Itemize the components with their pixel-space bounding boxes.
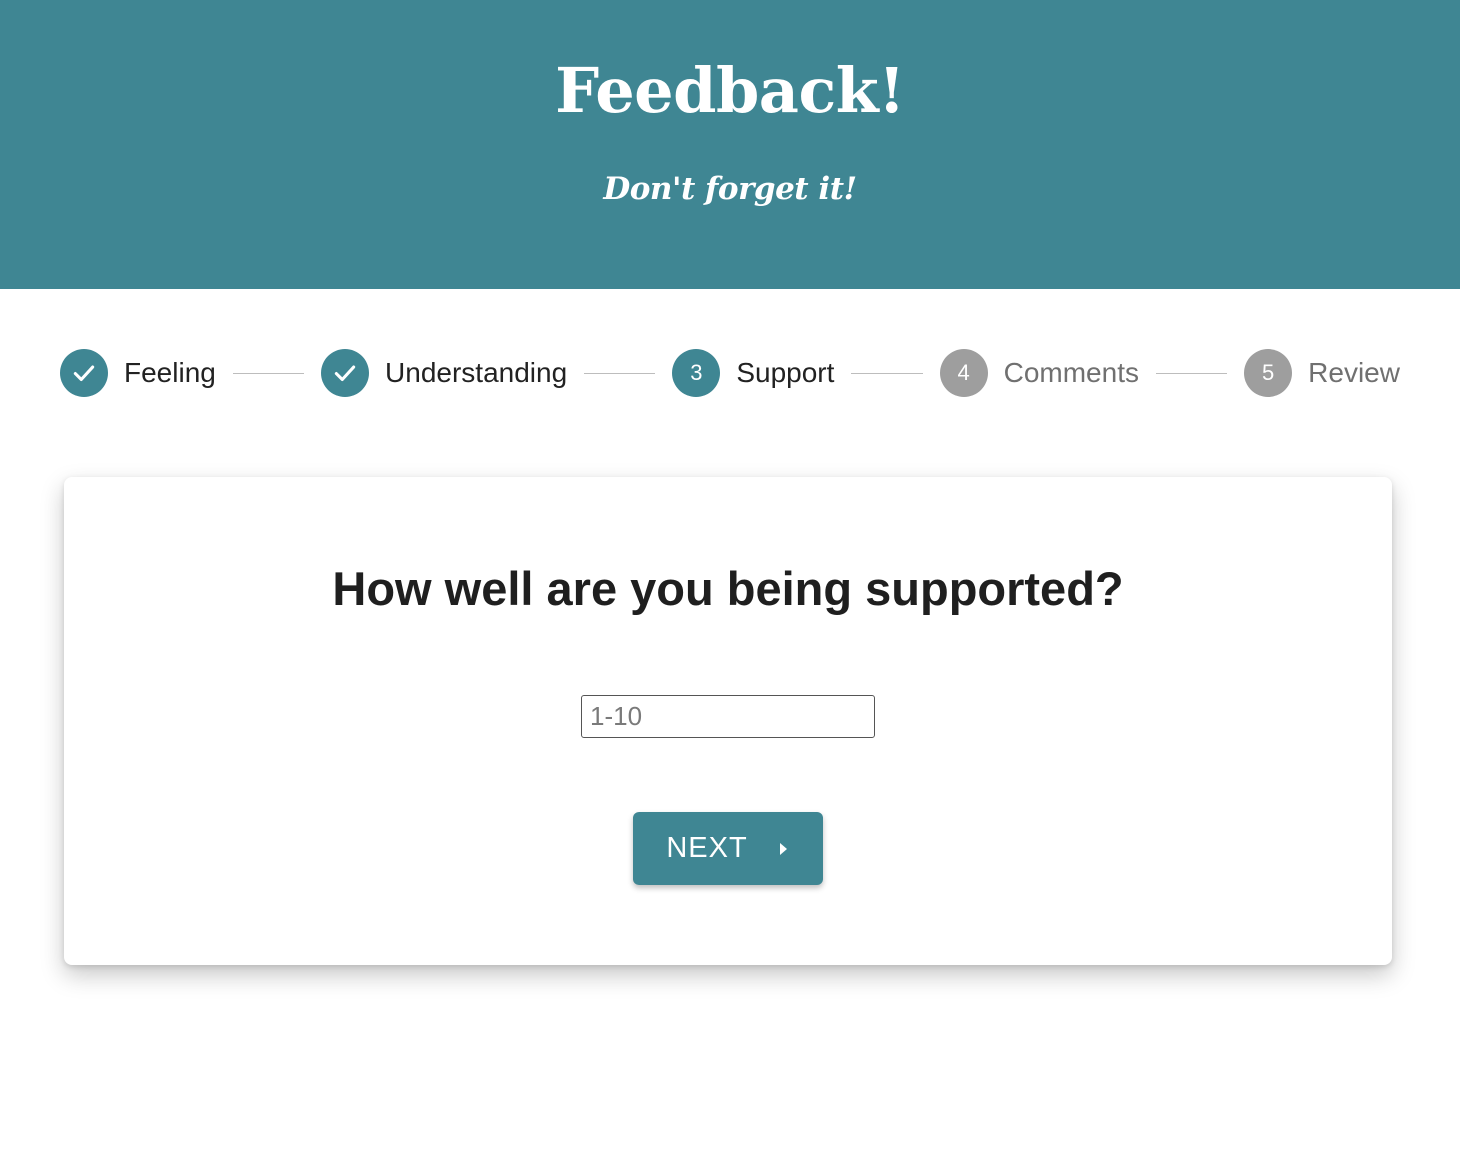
rating-input[interactable] <box>581 695 875 738</box>
step-understanding[interactable]: Understanding <box>321 349 567 397</box>
step-number-badge: 5 <box>1244 349 1293 397</box>
step-label: Review <box>1308 357 1400 388</box>
step-number-badge: 3 <box>672 349 721 397</box>
next-button[interactable]: NEXT <box>633 812 823 885</box>
header-banner: Feedback! Don't forget it! <box>0 0 1460 289</box>
step-connector <box>584 372 656 374</box>
step-label: Comments <box>1003 357 1139 388</box>
step-feeling[interactable]: Feeling <box>60 349 216 397</box>
step-connector <box>851 372 923 374</box>
check-icon <box>321 349 370 397</box>
question-card: How well are you being supported? NEXT <box>64 477 1392 965</box>
page-subtitle: Don't forget it! <box>603 171 857 207</box>
question-text: How well are you being supported? <box>332 562 1124 615</box>
step-connector <box>1155 372 1228 374</box>
step-comments[interactable]: 4 Comments <box>939 349 1139 397</box>
check-icon <box>60 349 108 397</box>
page-title: Feedback! <box>555 54 905 127</box>
step-label: Feeling <box>124 357 216 388</box>
chevron-right-icon <box>778 841 790 857</box>
next-button-label: NEXT <box>666 832 748 864</box>
step-connector <box>232 372 305 374</box>
step-label: Support <box>736 357 835 388</box>
step-number-badge: 4 <box>939 349 988 397</box>
step-review[interactable]: 5 Review <box>1244 349 1400 397</box>
step-label: Understanding <box>385 357 568 388</box>
step-support[interactable]: 3 Support <box>672 349 834 397</box>
progress-stepper: Feeling Understanding 3 Support 4 Commen… <box>60 349 1400 397</box>
